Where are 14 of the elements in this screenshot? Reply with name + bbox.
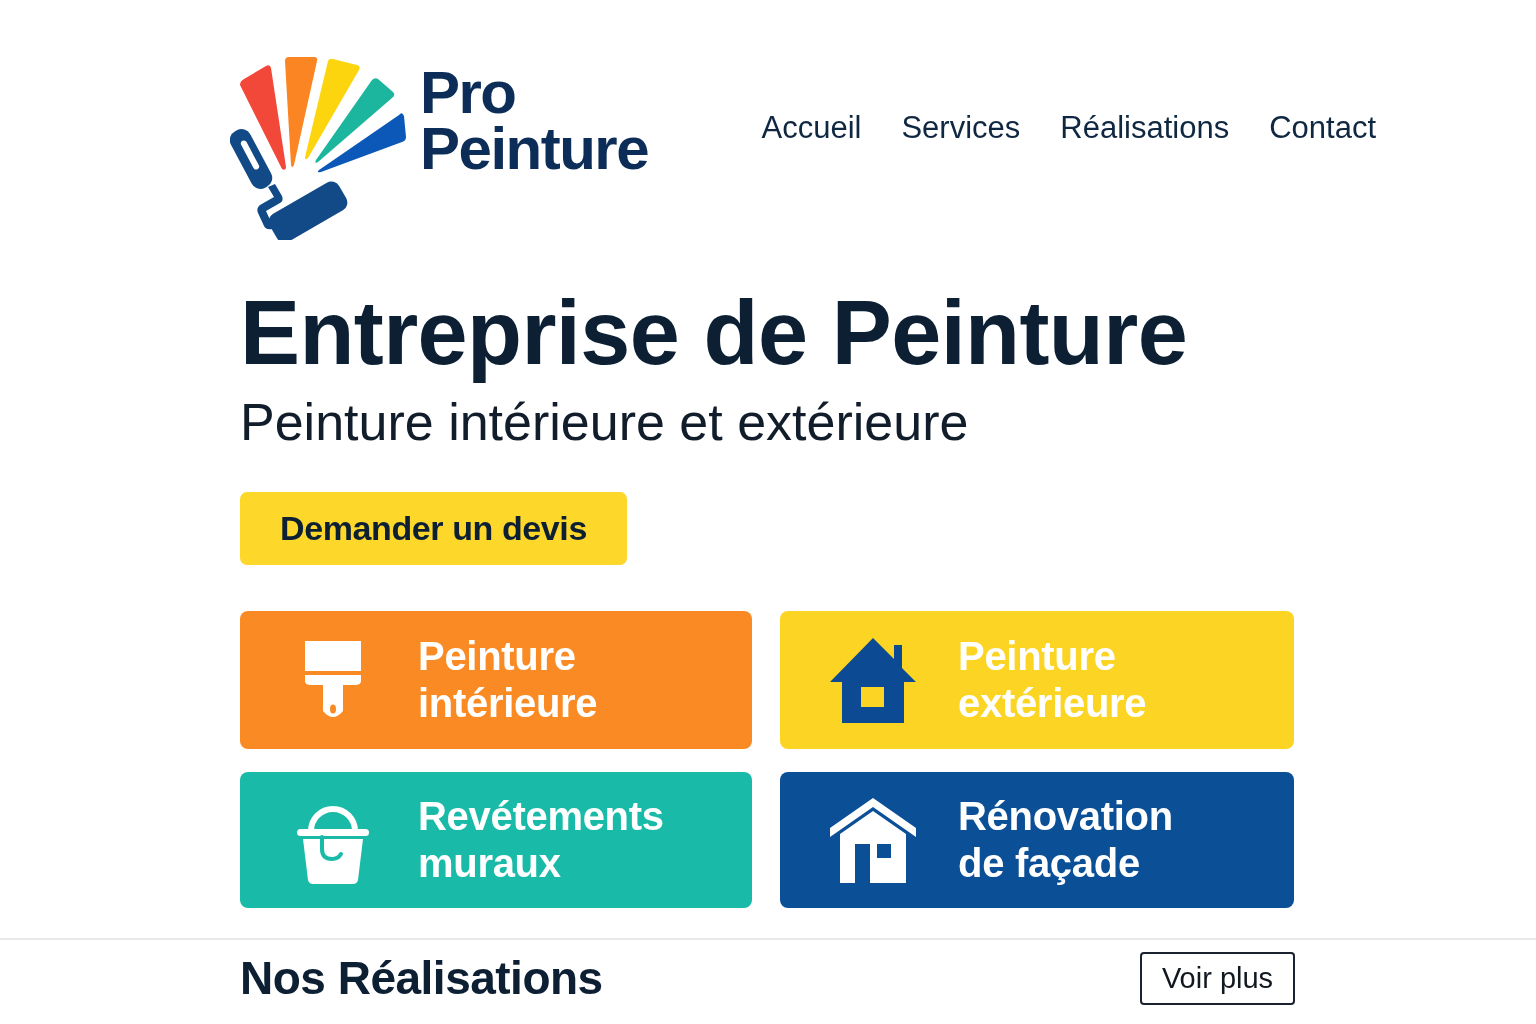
hero-title: Entreprise de Peinture: [240, 284, 1188, 383]
service-card[interactable]: Rénovation de façade: [780, 772, 1294, 908]
quote-button[interactable]: Demander un devis: [240, 492, 627, 565]
logo-text: Pro Peinture: [420, 65, 649, 177]
see-more-button[interactable]: Voir plus: [1140, 952, 1295, 1005]
house-icon: [830, 797, 916, 883]
house-icon: [830, 637, 916, 723]
hero-subtitle: Peinture intérieure et extérieure: [240, 392, 969, 453]
nav-link[interactable]: Accueil: [761, 109, 862, 146]
nav-link[interactable]: Réalisations: [1060, 109, 1230, 146]
nav-link[interactable]: Services: [901, 109, 1021, 146]
section-title: Nos Réalisations: [240, 952, 603, 1005]
paintbrush-icon: [305, 641, 361, 719]
nav-link[interactable]: Contact: [1269, 109, 1376, 146]
